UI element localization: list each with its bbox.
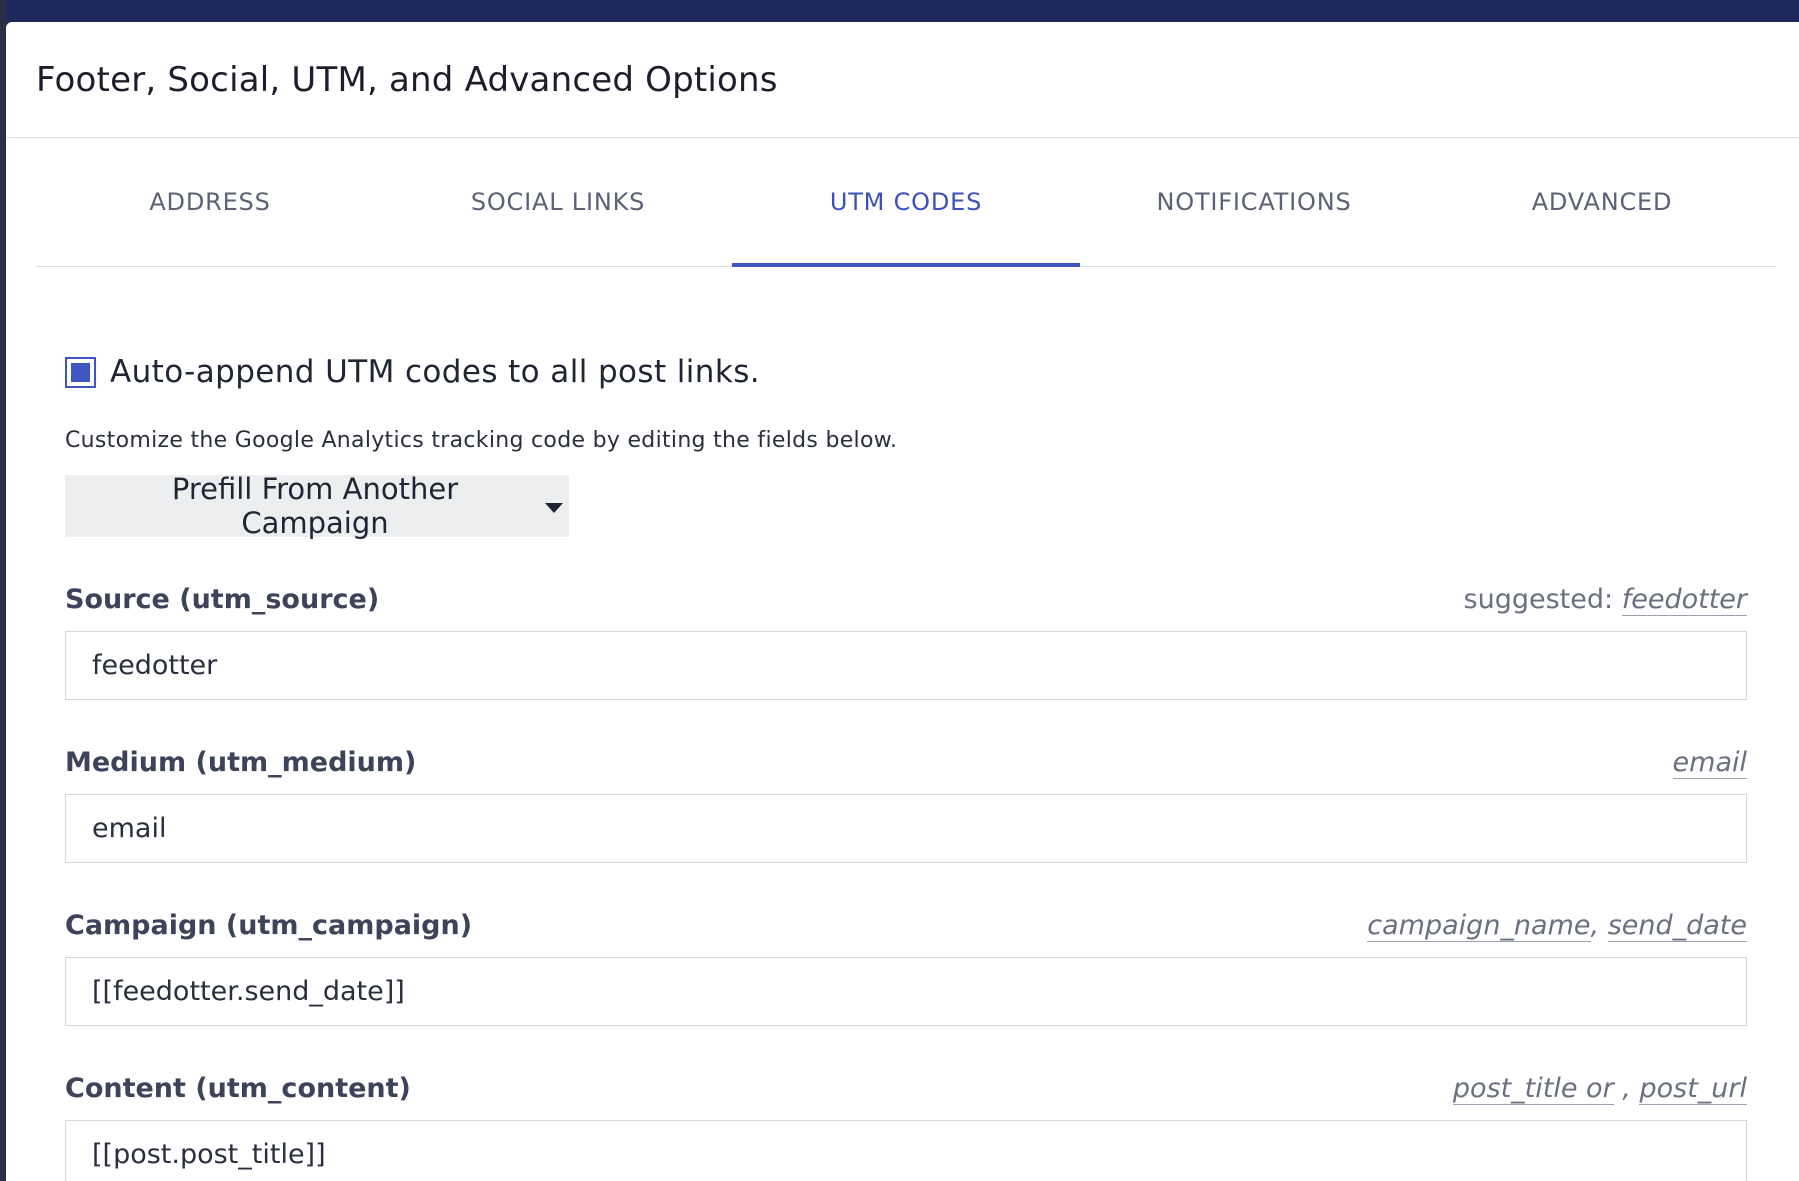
backdrop <box>0 0 1799 22</box>
campaign-field: Campaign (utm_campaign) campaign_name, s… <box>65 897 1747 1026</box>
content-field-header: Content (utm_content) post_title or , po… <box>65 1060 1747 1105</box>
medium-field: Medium (utm_medium) email <box>65 734 1747 863</box>
medium-label: Medium (utm_medium) <box>65 747 417 778</box>
utm-panel: Auto-append UTM codes to all post links.… <box>65 266 1747 1181</box>
suggestion-feedotter[interactable]: feedotter <box>1621 584 1747 616</box>
suggestion-send-date[interactable]: send_date <box>1607 910 1747 942</box>
tab-advanced[interactable]: ADVANCED <box>1428 138 1776 266</box>
suggestion-email[interactable]: email <box>1672 747 1747 779</box>
tab-address[interactable]: ADDRESS <box>36 138 384 266</box>
auto-append-row: Auto-append UTM codes to all post links. <box>65 354 1747 390</box>
source-field-header: Source (utm_source) suggested: feedotter <box>65 571 1747 616</box>
suggestion-post-title[interactable]: post_title or <box>1452 1073 1614 1105</box>
prefill-campaign-button[interactable]: Prefill From Another Campaign <box>65 472 569 540</box>
source-suggestions: suggested: feedotter <box>1463 584 1747 616</box>
content-label: Content (utm_content) <box>65 1073 411 1104</box>
content-suggestions: post_title or , post_url <box>1452 1073 1747 1105</box>
tab-bar: ADDRESS SOCIAL LINKS UTM CODES NOTIFICAT… <box>36 138 1776 267</box>
suggestion-separator: , <box>1590 910 1600 941</box>
source-label: Source (utm_source) <box>65 584 380 615</box>
campaign-field-header: Campaign (utm_campaign) campaign_name, s… <box>65 897 1747 942</box>
campaign-suggestions: campaign_name, send_date <box>1367 910 1747 942</box>
suggestion-post-url[interactable]: post_url <box>1639 1073 1747 1105</box>
suggested-prefix: suggested: <box>1463 584 1614 615</box>
source-field: Source (utm_source) suggested: feedotter <box>65 571 1747 700</box>
caret-down-icon <box>545 502 563 513</box>
tab-notifications[interactable]: NOTIFICATIONS <box>1080 138 1428 266</box>
options-modal: Footer, Social, UTM, and Advanced Option… <box>6 22 1799 1181</box>
medium-suggestions: email <box>1672 747 1747 779</box>
campaign-label: Campaign (utm_campaign) <box>65 910 473 941</box>
content-input[interactable] <box>65 1120 1747 1181</box>
auto-append-checkbox[interactable] <box>65 356 96 388</box>
content-field: Content (utm_content) post_title or , po… <box>65 1060 1747 1181</box>
medium-field-header: Medium (utm_medium) email <box>65 734 1747 779</box>
prefill-button-label: Prefill From Another Campaign <box>171 472 459 540</box>
modal-title: Footer, Social, UTM, and Advanced Option… <box>36 59 778 100</box>
tab-social-links[interactable]: SOCIAL LINKS <box>384 138 732 266</box>
checkbox-checked-mark <box>71 362 90 382</box>
medium-input[interactable] <box>65 794 1747 863</box>
tab-utm-codes[interactable]: UTM CODES <box>732 138 1080 267</box>
suggestion-campaign-name[interactable]: campaign_name <box>1367 910 1591 942</box>
suggestion-separator: , <box>1622 1073 1631 1104</box>
campaign-input[interactable] <box>65 957 1747 1026</box>
auto-append-label[interactable]: Auto-append UTM codes to all post links. <box>110 354 760 390</box>
source-input[interactable] <box>65 631 1747 700</box>
modal-header: Footer, Social, UTM, and Advanced Option… <box>6 22 1799 138</box>
helper-text: Customize the Google Analytics tracking … <box>65 428 898 453</box>
